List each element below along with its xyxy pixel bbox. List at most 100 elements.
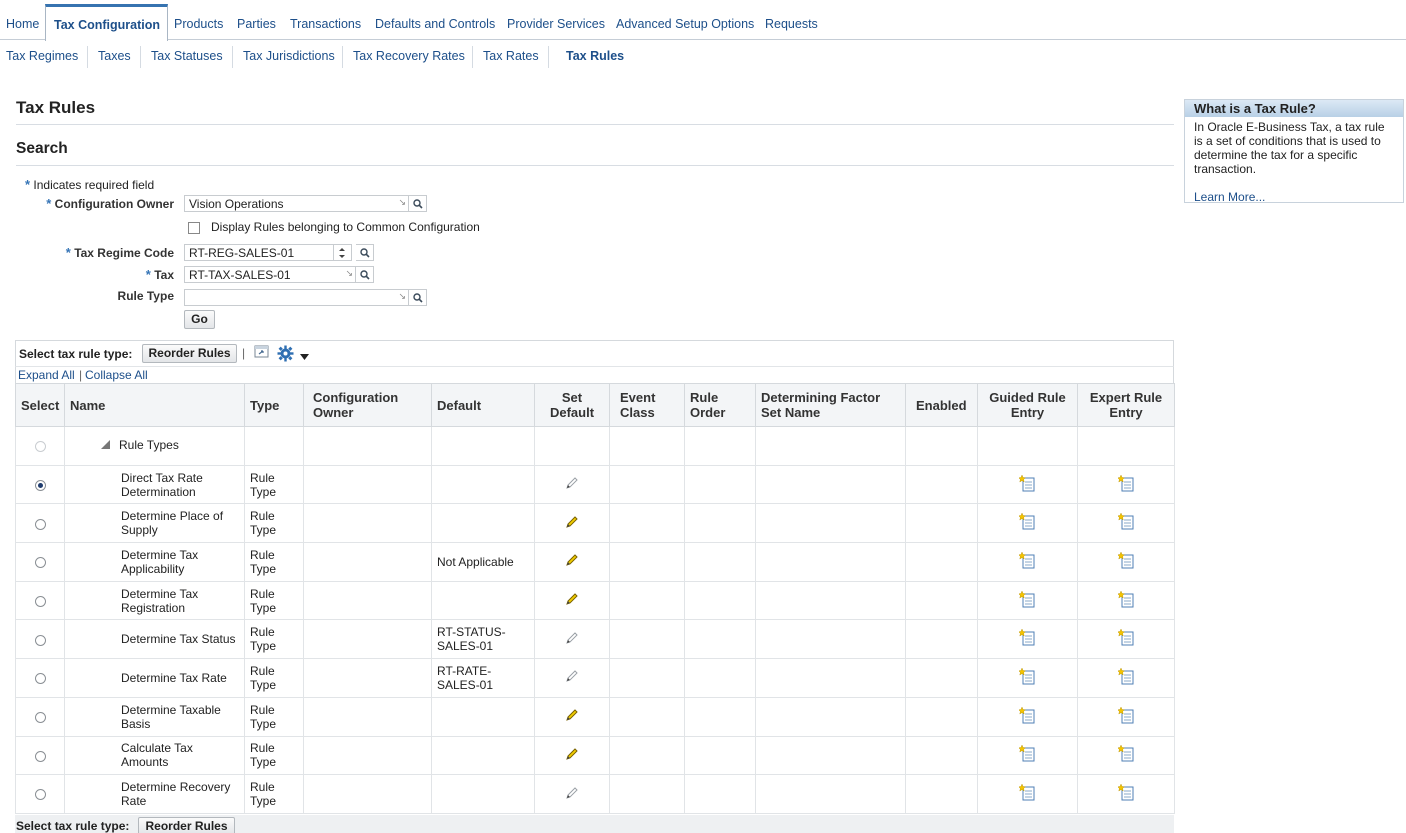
- select-radio[interactable]: [34, 595, 46, 607]
- column-header: Determining Factor Set Name: [755, 383, 906, 427]
- tab-products[interactable]: Products: [174, 17, 223, 31]
- expert-rule-entry-icon[interactable]: [1116, 744, 1135, 765]
- pencil-icon[interactable]: [564, 593, 580, 610]
- guided-rule-entry-icon[interactable]: [1018, 744, 1036, 765]
- subtab-tax-rates[interactable]: Tax Rates: [483, 49, 539, 63]
- expert-rule-entry-icon[interactable]: [1116, 512, 1135, 533]
- reorder-rules-button[interactable]: Reorder Rules: [138, 817, 235, 833]
- tab-parties[interactable]: Parties: [237, 17, 276, 31]
- select-radio[interactable]: [34, 518, 46, 530]
- column-header: Name: [64, 383, 245, 427]
- determining-factor-set: [755, 696, 906, 737]
- collapse-all-link[interactable]: Collapse All: [85, 368, 148, 382]
- reorder-rules-button[interactable]: Reorder Rules: [142, 344, 237, 363]
- spinner-icon[interactable]: [334, 244, 352, 261]
- subtab-tax-statuses[interactable]: Tax Statuses: [151, 49, 223, 63]
- tab-defaults-and-controls[interactable]: Defaults and Controls: [375, 17, 495, 31]
- guided-rule-entry-icon[interactable]: [1018, 551, 1036, 572]
- configuration-owner: [303, 735, 432, 776]
- pencil-icon[interactable]: [564, 516, 580, 533]
- guided-rule-entry-icon[interactable]: [1018, 783, 1036, 804]
- gear-icon[interactable]: [277, 345, 294, 365]
- tax-field[interactable]: RT-TAX-SALES-01 ↘: [184, 266, 356, 283]
- guided-rule-entry-icon[interactable]: [1018, 473, 1036, 495]
- search-icon[interactable]: [409, 195, 427, 212]
- table-row-root: Rule Types: [15, 426, 1175, 466]
- guided-rule-entry-icon[interactable]: [1018, 628, 1036, 649]
- pencil-icon[interactable]: [564, 554, 580, 571]
- subtab-tax-recovery-rates[interactable]: Tax Recovery Rates: [353, 49, 465, 63]
- expert-rule-entry-icon[interactable]: [1116, 628, 1135, 649]
- expand-collapse-bar: Expand All | Collapse All: [15, 366, 1174, 384]
- column-header: Configuration Owner: [303, 383, 432, 427]
- learn-more-link[interactable]: Learn More...: [1194, 190, 1394, 204]
- determining-factor-set: [755, 658, 906, 698]
- regime-field[interactable]: RT-REG-SALES-01: [184, 244, 334, 261]
- expert-rule-entry-icon[interactable]: [1116, 783, 1135, 804]
- expert-rule-entry-icon[interactable]: [1116, 473, 1135, 495]
- expert-rule-entry-icon[interactable]: [1116, 590, 1135, 611]
- guided-rule-entry-icon[interactable]: [1018, 706, 1036, 727]
- rule-name: Determine Tax Registration: [64, 580, 245, 621]
- rule-type-field[interactable]: ↘: [184, 289, 409, 306]
- select-radio[interactable]: [34, 789, 46, 801]
- pencil-icon[interactable]: [564, 632, 580, 649]
- go-button[interactable]: Go: [184, 310, 215, 329]
- rule-order: [684, 464, 756, 505]
- guided-rule-entry-icon[interactable]: [1018, 590, 1036, 611]
- divider: |: [79, 368, 83, 382]
- divider: |: [242, 346, 246, 360]
- rule-name: Direct Tax Rate Determination: [64, 464, 245, 505]
- expert-rule-entry-icon[interactable]: [1116, 551, 1135, 572]
- pencil-icon[interactable]: [564, 709, 580, 726]
- tab-provider-services[interactable]: Provider Services: [507, 17, 605, 31]
- tab-transactions[interactable]: Transactions: [290, 17, 361, 31]
- pencil-icon[interactable]: [564, 670, 580, 687]
- search-icon[interactable]: [356, 266, 374, 283]
- rule-type: Rule Type: [244, 542, 304, 582]
- enabled: [905, 619, 978, 660]
- expand-all-link[interactable]: Expand All: [18, 368, 75, 382]
- search-icon[interactable]: [356, 244, 374, 261]
- expert-rule-entry-icon[interactable]: [1116, 706, 1135, 727]
- subtab-tax-regimes[interactable]: Tax Regimes: [6, 49, 78, 63]
- tab-requests[interactable]: Requests: [765, 17, 818, 31]
- configuration-owner: [303, 774, 432, 814]
- select-radio[interactable]: [34, 750, 46, 762]
- configuration-owner: [303, 696, 432, 737]
- subtab-tax-rules[interactable]: Tax Rules: [566, 49, 624, 63]
- select-radio[interactable]: [34, 479, 46, 491]
- pencil-icon[interactable]: [564, 786, 580, 804]
- pencil-icon[interactable]: [564, 748, 580, 765]
- configuration-owner: [303, 542, 432, 582]
- config-owner-field[interactable]: Vision Operations ↘: [184, 195, 409, 212]
- chevron-down-icon[interactable]: [300, 350, 309, 364]
- column-header: Set Default: [534, 383, 610, 427]
- default-value: [431, 503, 535, 544]
- pencil-icon[interactable]: [564, 477, 580, 494]
- common-config-checkbox[interactable]: [188, 222, 200, 234]
- tax-label: * Tax: [145, 267, 174, 282]
- tab-home[interactable]: Home: [6, 17, 39, 31]
- tab-tax-configuration[interactable]: Tax Configuration: [45, 4, 169, 41]
- select-radio[interactable]: [34, 673, 46, 685]
- select-radio[interactable]: [34, 557, 46, 569]
- subtab-tax-jurisdictions[interactable]: Tax Jurisdictions: [243, 49, 335, 63]
- select-radio[interactable]: [34, 711, 46, 723]
- configuration-owner: [303, 658, 432, 698]
- common-config-label: Display Rules belonging to Common Config…: [211, 220, 480, 234]
- sub-navigation: Tax Regimes Taxes Tax Statuses Tax Juris…: [0, 44, 1406, 70]
- detach-icon[interactable]: [254, 345, 270, 362]
- help-box: What is a Tax Rule? In Oracle E-Business…: [1184, 99, 1404, 204]
- guided-rule-entry-icon[interactable]: [1018, 667, 1036, 688]
- triangle-collapse-icon[interactable]: [100, 439, 111, 453]
- expert-rule-entry-icon[interactable]: [1116, 667, 1135, 688]
- tab-advanced-setup-options[interactable]: Advanced Setup Options: [616, 17, 754, 31]
- subtab-taxes[interactable]: Taxes: [98, 49, 131, 63]
- guided-rule-entry-icon[interactable]: [1018, 512, 1036, 533]
- search-icon[interactable]: [409, 289, 427, 306]
- column-header: Rule Order: [684, 383, 756, 427]
- select-rule-type-label: Select tax rule type:: [16, 819, 130, 833]
- select-radio[interactable]: [34, 634, 46, 646]
- table-row: Determine Tax Applicability Rule Type Not …: [15, 542, 1175, 582]
